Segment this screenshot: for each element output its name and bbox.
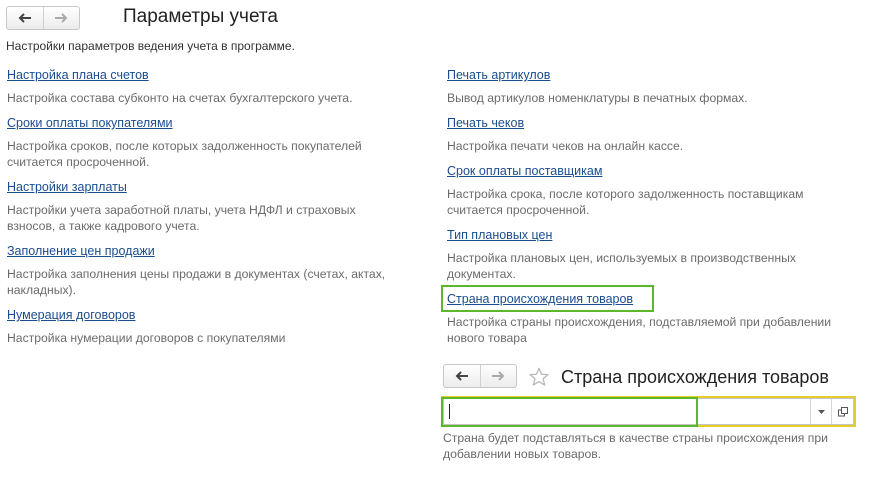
customer-payment-terms-link[interactable]: Сроки оплаты покупателями <box>7 116 173 130</box>
form-title: Страна происхождения товаров <box>561 367 829 387</box>
settings-item: Нумерация договоров Настройка нумерации … <box>7 306 397 346</box>
settings-item: Печать чеков Настройка печати чеков на о… <box>447 114 837 154</box>
history-nav <box>6 6 80 30</box>
settings-item: Печать артикулов Вывод артикулов номенкл… <box>447 66 837 106</box>
country-open-button[interactable] <box>831 399 854 424</box>
settings-item: Сроки оплаты покупателями Настройка срок… <box>7 114 397 170</box>
contract-numbering-link[interactable]: Нумерация договоров <box>7 308 135 322</box>
sales-prices-fill-link[interactable]: Заполнение цен продажи <box>7 244 155 258</box>
country-of-origin-link[interactable]: Страна происхождения товаров <box>447 292 633 306</box>
print-articles-link[interactable]: Печать артикулов <box>447 68 550 82</box>
back-button[interactable] <box>7 7 43 29</box>
item-description: Настройка нумерации договоров с покупате… <box>7 331 286 345</box>
planned-price-type-link[interactable]: Тип плановых цен <box>447 228 552 242</box>
item-description: Настройка страны происхождения, подставл… <box>447 315 832 345</box>
arrow-right-icon <box>492 371 505 381</box>
arrow-right-icon <box>55 13 68 23</box>
item-description: Настройка печати чеков на онлайн кассе. <box>447 139 684 153</box>
settings-item: Страна происхождения товаров Настройка с… <box>447 290 837 346</box>
country-field <box>443 398 854 425</box>
text-caret <box>449 404 450 419</box>
dropdown-arrow-icon <box>817 409 825 414</box>
page-subtitle: Настройки параметров ведения учета в про… <box>6 39 295 53</box>
arrow-left-icon <box>18 13 31 23</box>
item-description: Настройка срока, после которого задолжен… <box>447 187 804 217</box>
form-history-nav <box>443 364 517 388</box>
open-window-icon <box>838 406 848 416</box>
settings-item: Настройки зарплаты Настройки учета зараб… <box>7 178 397 234</box>
item-description: Вывод артикулов номенклатуры в печатных … <box>447 91 748 105</box>
settings-item: Срок оплаты поставщикам Настройка срока,… <box>447 162 837 218</box>
item-description: Настройки учета заработной платы, учета … <box>7 203 356 233</box>
supplier-payment-term-link[interactable]: Срок оплаты поставщикам <box>447 164 602 178</box>
forward-button[interactable] <box>42 7 80 29</box>
item-description: Настройка состава субконто на счетах бух… <box>7 91 353 105</box>
form-forward-button[interactable] <box>479 365 517 387</box>
item-description: Настройка сроков, после которых задолжен… <box>7 139 362 169</box>
settings-item: Тип плановых цен Настройка плановых цен,… <box>447 226 837 282</box>
arrow-left-icon <box>455 371 468 381</box>
chart-of-accounts-link[interactable]: Настройка плана счетов <box>7 68 149 82</box>
settings-item: Заполнение цен продажи Настройка заполне… <box>7 242 397 298</box>
salary-settings-link[interactable]: Настройки зарплаты <box>7 180 127 194</box>
country-dropdown-button[interactable] <box>810 399 831 424</box>
settings-item: Настройка плана счетов Настройка состава… <box>7 66 397 106</box>
star-icon[interactable] <box>528 366 550 388</box>
country-input[interactable] <box>448 401 806 422</box>
field-hint: Страна будет подставляться в качестве ст… <box>443 431 828 461</box>
item-description: Настройка заполнения цены продажи в доку… <box>7 267 386 297</box>
print-receipts-link[interactable]: Печать чеков <box>447 116 524 130</box>
page-title: Параметры учета <box>123 6 278 27</box>
item-description: Настройка плановых цен, используемых в п… <box>447 251 796 281</box>
form-back-button[interactable] <box>444 365 480 387</box>
